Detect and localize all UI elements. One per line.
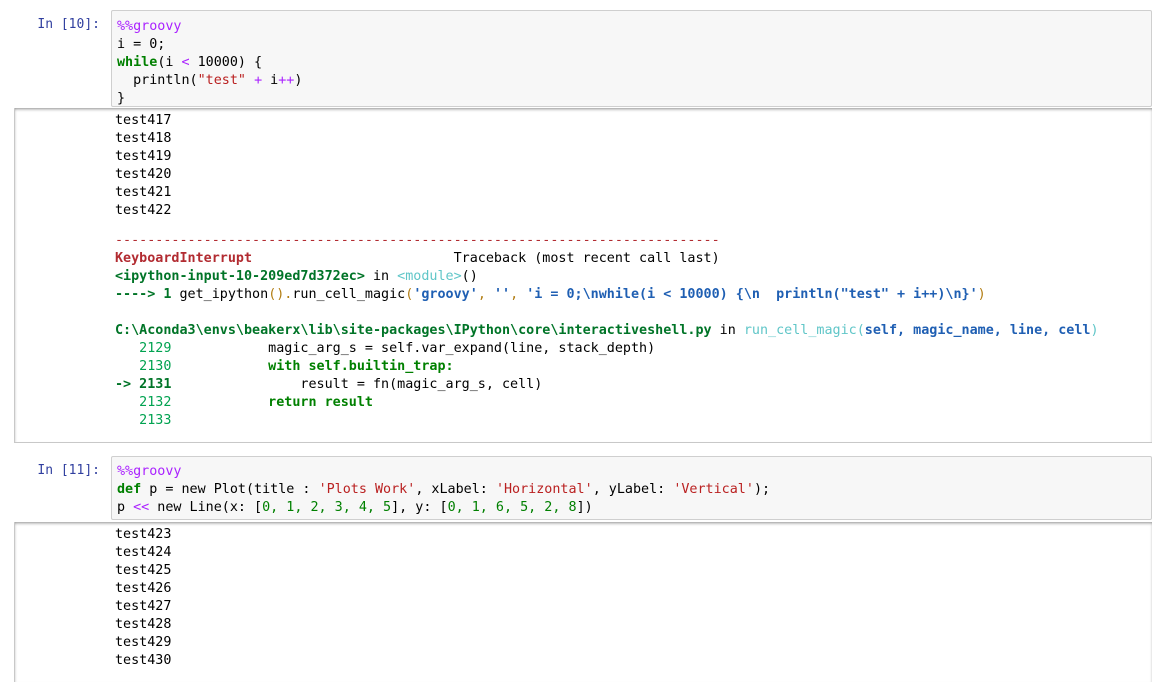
source-line-code: magic_arg_s = self.var_expand(line, stac… xyxy=(171,341,656,356)
keyword-while: while xyxy=(117,55,158,70)
traceback-function: run_cell_magic xyxy=(743,323,857,338)
output-line: test421 xyxy=(115,185,172,200)
output-line: test424 xyxy=(115,545,172,560)
code-text-11: %%groovy def p = new Plot(title : 'Plots… xyxy=(117,464,771,515)
output-line: test429 xyxy=(115,635,172,650)
output-content-10: test417 test418 test419 test420 test421 … xyxy=(115,112,1099,430)
input-prompt-11: In [11]: xyxy=(37,463,100,478)
output-line: test427 xyxy=(115,599,172,614)
traceback-arrow: ----> 1 xyxy=(115,287,180,302)
code-editor-10[interactable]: %%groovy i = 0; while(i < 10000) { print… xyxy=(111,10,1152,107)
traceback-file-path: C:\Aconda3\envs\beakerx\lib\site-package… xyxy=(115,323,712,338)
source-line-number: 2133 xyxy=(115,413,172,428)
output-line: test422 xyxy=(115,203,172,218)
traceback-output: ----------------------------------------… xyxy=(115,233,1099,428)
source-line-number: 2129 xyxy=(115,341,172,356)
output-line: test418 xyxy=(115,131,172,146)
source-line-code: return result xyxy=(171,395,373,410)
output-area-10[interactable]: test417 test418 test419 test420 test421 … xyxy=(14,108,1152,443)
stdout-output-10: test417 test418 test419 test420 test421 … xyxy=(115,112,1099,220)
code-line: i = 0; xyxy=(117,37,166,52)
output-line: test430 xyxy=(115,653,172,668)
source-line-number-current: -> 2131 xyxy=(115,377,172,392)
output-content-11: test423 test424 test425 test426 test427 … xyxy=(115,526,171,670)
source-line-number: 2130 xyxy=(115,359,172,374)
output-line: test420 xyxy=(115,167,172,182)
traceback-module: <module> xyxy=(397,269,462,284)
output-line: test423 xyxy=(115,527,172,542)
traceback-input-ref: <ipython-input-10-209ed7d372ec> xyxy=(115,269,365,284)
traceback-separator: ----------------------------------------… xyxy=(115,233,720,248)
code-text-10: %%groovy i = 0; while(i < 10000) { print… xyxy=(117,19,303,106)
output-area-11[interactable]: test423 test424 test425 test426 test427 … xyxy=(14,522,1152,682)
code-editor-11[interactable]: %%groovy def p = new Plot(title : 'Plots… xyxy=(111,456,1152,520)
output-line: test419 xyxy=(115,149,172,164)
error-name: KeyboardInterrupt xyxy=(115,251,253,266)
source-line-code: result = fn(magic_arg_s, cell) xyxy=(171,377,543,392)
source-line-code: with self.builtin_trap: xyxy=(171,359,454,374)
output-line: test425 xyxy=(115,563,172,578)
cell-magic: %%groovy xyxy=(117,464,182,479)
output-line: test426 xyxy=(115,581,172,596)
output-line: test417 xyxy=(115,113,172,128)
source-line-number: 2132 xyxy=(115,395,172,410)
output-line: test428 xyxy=(115,617,172,632)
traceback-header: Traceback (most recent call last) xyxy=(252,251,720,266)
stdout-output-11: test423 test424 test425 test426 test427 … xyxy=(115,526,171,670)
cell-magic: %%groovy xyxy=(117,19,182,34)
keyword-def: def xyxy=(117,482,142,497)
input-prompt-10: In [10]: xyxy=(37,17,100,32)
